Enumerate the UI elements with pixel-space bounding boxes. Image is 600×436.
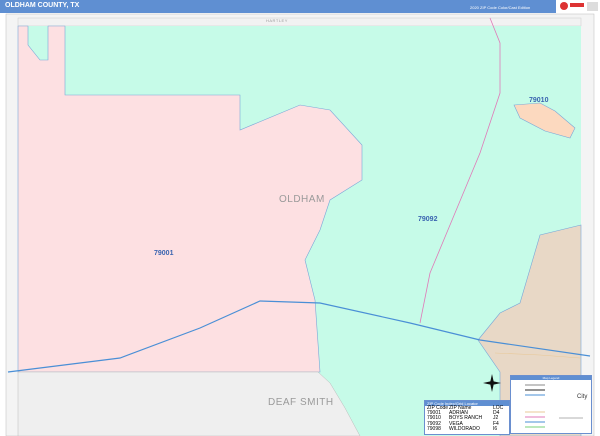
header-bar: OLDHAM COUNTY, TX 2020 ZIP Code Color/Ca… — [0, 0, 600, 13]
hartley-strip — [17, 17, 582, 27]
neighbor-north-label: HARTLEY — [266, 18, 288, 23]
zip-label-79092[interactable]: 79092 — [418, 216, 437, 223]
county-map[interactable] — [0, 13, 600, 436]
publisher-logo — [556, 0, 600, 13]
zip-label-79001[interactable]: 79001 — [154, 250, 173, 257]
table-row: 79098 WILDORADO I6 — [427, 425, 498, 432]
legend-symbols: City — [525, 384, 587, 428]
svg-text:City: City — [577, 394, 587, 400]
map-subtitle: 2020 ZIP Code Color/Cast Edition — [470, 5, 531, 10]
zip-label-79010[interactable]: 79010 — [529, 97, 548, 104]
map-legend: Map Legend City — [510, 375, 592, 434]
map-title: OLDHAM COUNTY, TX — [5, 2, 80, 9]
neighbor-south-label: DEAF SMITH — [268, 397, 334, 408]
zip-index-table: ZIP Code Index/Grid Locator ZIP Code ZIP … — [424, 400, 510, 435]
county-label: OLDHAM — [279, 194, 325, 205]
